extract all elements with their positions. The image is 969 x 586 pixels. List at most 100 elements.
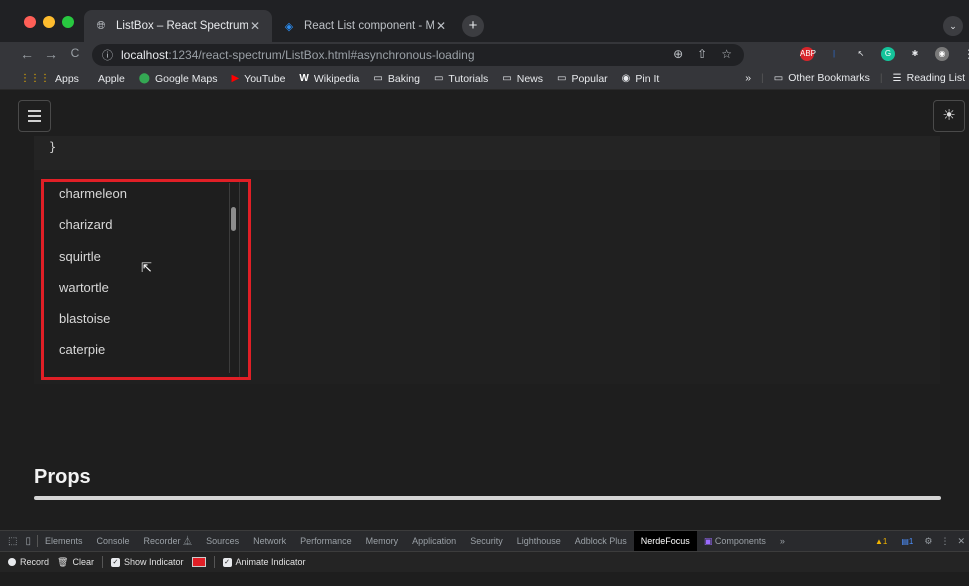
sun-icon: ☀	[942, 107, 956, 124]
profile-avatar-icon[interactable]: ◉	[935, 47, 949, 61]
apps-grid-icon: ⋮⋮⋮	[20, 73, 50, 84]
record-button[interactable]: Record	[8, 557, 49, 567]
react-components-icon: ▣	[703, 535, 715, 546]
devtools-tab-security[interactable]: Security	[463, 531, 510, 552]
devtools-tab-sources[interactable]: Sources	[199, 531, 246, 552]
puzzle-icon[interactable]: ✱	[908, 47, 922, 61]
minimize-window-button[interactable]	[43, 16, 55, 28]
checkbox-checked-icon: ✓	[110, 557, 120, 567]
devtools-tab-performance[interactable]: Performance	[293, 531, 359, 552]
devtools-more-tabs[interactable]: »	[773, 531, 792, 552]
show-indicator-checkbox[interactable]: ✓ Show Indicator	[110, 557, 184, 567]
listbox-option[interactable]: charizard	[43, 209, 239, 240]
listbox-option[interactable]: wartortle	[43, 272, 239, 303]
checkbox-checked-icon: ✓	[222, 557, 232, 567]
bookmark-apple[interactable]: Apple	[93, 73, 125, 85]
bookmark-label: Other Bookmarks	[788, 72, 870, 84]
bookmark-wikipedia[interactable]: W Wikipedia	[299, 73, 359, 85]
bookmark-label: Popular	[571, 72, 608, 85]
devtools-tab-application[interactable]: Application	[405, 531, 463, 552]
zoom-icon[interactable]: ⊕	[673, 47, 683, 61]
settings-gear-icon[interactable]: ⚙	[924, 536, 932, 547]
adblock-icon[interactable]: ABP	[800, 47, 816, 61]
browser-menu-icon[interactable]: ⋮	[962, 47, 969, 61]
grammarly-icon[interactable]: G	[881, 47, 895, 61]
tab-react-list-mui[interactable]: ◈ React List component - MUI ✕	[272, 10, 458, 42]
device-toolbar-icon[interactable]: ▯	[25, 536, 31, 547]
listbox-option[interactable]: caterpie	[43, 334, 239, 365]
devtools-tab-memory[interactable]: Memory	[359, 531, 406, 552]
mouse-pointer-icon: ⇱	[141, 260, 152, 275]
inspect-element-icon[interactable]: ⬚	[8, 536, 17, 547]
bookmark-other-bookmarks[interactable]: ▭ Other Bookmarks	[774, 72, 870, 84]
animate-indicator-checkbox[interactable]: ✓ Animate Indicator	[222, 557, 306, 567]
new-tab-button[interactable]: +	[462, 15, 484, 37]
address-bar[interactable]: ⓘ localhost:1234/react-spectrum/ListBox.…	[92, 44, 744, 66]
star-icon[interactable]: ☆	[721, 47, 732, 61]
devtools-tab-network[interactable]: Network	[246, 531, 293, 552]
scrollbar-thumb[interactable]	[231, 207, 236, 231]
extensions-area: ABP | ↖ G ✱ ◉ ⋮	[800, 47, 969, 61]
devtools-tab-bar: ⬚ ▯ Elements Console Recorder ⏅ Sources …	[0, 530, 969, 552]
devtools-tab-adblock-plus[interactable]: Adblock Plus	[568, 531, 634, 552]
example-panel: charmeleon charizard squirtle wartortle …	[34, 170, 940, 384]
folder-icon: ▭	[557, 73, 567, 84]
maximize-window-button[interactable]	[62, 16, 74, 28]
bookmark-google-maps[interactable]: ⬤ Google Maps	[139, 73, 218, 85]
browser-window: 🌐︎ ListBox – React Spectrum ✕ ◈ React Li…	[0, 0, 969, 586]
tab-title: ListBox – React Spectrum	[116, 20, 248, 32]
bars-extension-icon[interactable]: |	[827, 47, 841, 61]
back-button[interactable]: ←	[18, 46, 36, 62]
cursor-extension-icon[interactable]: ↖	[854, 47, 868, 61]
maps-pin-icon: ⬤	[138, 73, 150, 84]
hamburger-menu-button[interactable]	[18, 100, 51, 132]
forward-button[interactable]: →	[42, 46, 60, 62]
reading-list-icon: ☰	[892, 72, 902, 84]
tab-search-button[interactable]: ⌄	[943, 16, 963, 36]
listbox-scrollbar[interactable]	[229, 183, 237, 373]
close-window-button[interactable]	[24, 16, 36, 28]
theme-toggle-button[interactable]: ☀	[933, 100, 965, 132]
devtools-tab-console[interactable]: Console	[90, 531, 137, 552]
listbox-option[interactable]: blastoise	[43, 303, 239, 334]
bookmark-folder-baking[interactable]: ▭ Baking	[373, 73, 420, 85]
reload-button[interactable]: C	[66, 46, 84, 60]
devtools-menu-icon[interactable]: ⋮	[940, 536, 949, 547]
share-icon[interactable]: ⇧	[697, 47, 707, 61]
site-info-icon[interactable]: ⓘ	[102, 47, 113, 63]
record-label: Record	[20, 557, 50, 567]
messages-badge[interactable]: ▤1	[898, 537, 916, 546]
clear-button[interactable]: 🗑︎ Clear	[57, 557, 94, 568]
devtools-tab-components[interactable]: ▣ Components	[697, 531, 773, 552]
toolbar-divider	[213, 556, 215, 568]
devtools-tab-lighthouse[interactable]: Lighthouse	[510, 531, 568, 552]
bookmarks-overflow-button[interactable]: »	[745, 72, 751, 84]
hamburger-line	[28, 115, 41, 117]
bookmark-apps[interactable]: ⋮⋮⋮ Apps	[20, 73, 79, 85]
close-tab-icon[interactable]: ✕	[434, 19, 448, 33]
url-path: :1234/react-spectrum/ListBox.html#asynch…	[168, 48, 475, 62]
reading-list-label: Reading List	[906, 72, 965, 84]
close-devtools-icon[interactable]: ✕	[957, 536, 965, 547]
bookmark-folder-news[interactable]: ▭ News	[502, 73, 543, 85]
warnings-badge[interactable]: ▲1	[872, 537, 890, 546]
folder-icon: ▭	[773, 72, 784, 84]
page-content: ☀ } charmeleon charizard squirtle wartor…	[10, 90, 969, 530]
browser-toolbar: ← → C ⓘ localhost:1234/react-spectrum/Li…	[0, 42, 969, 68]
devtools-tab-recorder[interactable]: Recorder ⏅	[137, 531, 200, 552]
bookmark-folder-tutorials[interactable]: ▭ Tutorials	[434, 73, 488, 85]
tab-listbox-react-spectrum[interactable]: 🌐︎ ListBox – React Spectrum ✕	[84, 10, 272, 42]
indicator-color-picker[interactable]	[191, 557, 206, 567]
listbox-option[interactable]: charmeleon	[43, 181, 239, 209]
listbox[interactable]: charmeleon charizard squirtle wartortle …	[42, 180, 240, 378]
nerdefocus-toolbar: Record 🗑︎ Clear ✓ Show Indicator ✓ Anima…	[0, 551, 969, 572]
bookmark-youtube[interactable]: ▶ YouTube	[231, 73, 285, 85]
bookmark-label: Tutorials	[448, 72, 489, 85]
bookmark-pin-it[interactable]: ◉ Pin It	[622, 73, 660, 85]
bookmark-folder-popular[interactable]: ▭ Popular	[557, 73, 608, 85]
devtools-tab-nerdefocus[interactable]: NerdeFocus	[633, 530, 697, 552]
animate-indicator-label: Animate Indicator	[235, 557, 306, 567]
close-tab-icon[interactable]: ✕	[248, 19, 262, 33]
reading-list-button[interactable]: ☰ Reading List	[893, 72, 965, 84]
devtools-tab-elements[interactable]: Elements	[38, 531, 90, 552]
